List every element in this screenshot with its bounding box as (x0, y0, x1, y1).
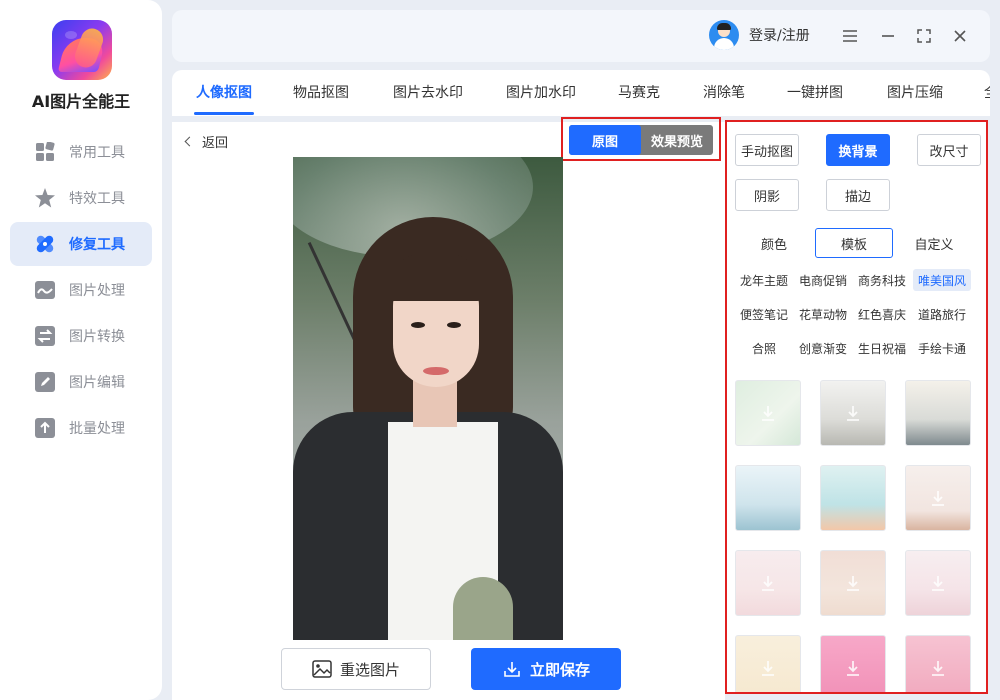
bandage-icon (34, 233, 56, 255)
swap-icon (34, 325, 56, 347)
login-register-link[interactable]: 登录/注册 (749, 25, 810, 45)
category-creative-gradient[interactable]: 创意渐变 (795, 337, 851, 359)
template-thumbnail[interactable] (820, 380, 886, 446)
save-label: 立即保存 (529, 660, 590, 679)
download-icon (928, 573, 948, 593)
app-logo (52, 20, 112, 80)
sidebar-item-label: 图片转换 (69, 329, 125, 345)
download-icon (758, 573, 778, 593)
sidebar-item-image-edit[interactable]: 图片编辑 (10, 360, 152, 404)
toggle-original[interactable]: 原图 (569, 125, 641, 155)
category-business-tech[interactable]: 商务科技 (854, 269, 910, 291)
tab-object-cutout[interactable]: 物品抠图 (293, 82, 349, 102)
grid-icon (34, 141, 56, 163)
sidebar-item-label: 批量处理 (69, 421, 125, 437)
template-thumbnail[interactable] (820, 465, 886, 531)
star-icon (34, 187, 56, 209)
template-thumbnail[interactable] (735, 550, 801, 616)
download-icon (758, 403, 778, 423)
save-now-button[interactable]: 立即保存 (471, 648, 621, 690)
minimize-icon[interactable] (875, 23, 901, 49)
title-bar: 登录/注册 (172, 10, 990, 62)
sidebar: AI图片全能王 常用工具 特效工具 修复工具 图片处理 图片转换 图片编辑 批量… (0, 0, 162, 700)
sidebar-item-common-tools[interactable]: 常用工具 (10, 130, 152, 174)
stroke-button[interactable]: 描边 (826, 179, 890, 211)
download-icon (843, 573, 863, 593)
manual-cutout-button[interactable]: 手动抠图 (735, 134, 799, 166)
template-thumbnail[interactable] (735, 635, 801, 692)
menu-icon[interactable] (837, 23, 863, 49)
category-red-festive[interactable]: 红色喜庆 (854, 303, 910, 325)
sidebar-item-image-processing[interactable]: 图片处理 (10, 268, 152, 312)
template-thumbnail[interactable] (735, 380, 801, 446)
template-thumbnail[interactable] (905, 635, 971, 692)
download-icon (928, 658, 948, 678)
segment-color[interactable]: 颜色 (743, 228, 805, 258)
chevron-left-icon (184, 136, 195, 147)
upload-icon (34, 417, 56, 439)
sidebar-item-batch-processing[interactable]: 批量处理 (10, 406, 152, 450)
sidebar-item-repair-tools[interactable]: 修复工具 (10, 222, 152, 266)
segment-template[interactable]: 模板 (815, 228, 893, 258)
download-icon (843, 658, 863, 678)
app-name: AI图片全能王 (31, 92, 131, 111)
sidebar-item-label: 图片编辑 (69, 375, 125, 391)
tab-eraser-pen[interactable]: 消除笔 (703, 82, 745, 102)
edit-icon (34, 371, 56, 393)
category-ecommerce[interactable]: 电商促销 (795, 269, 851, 291)
tab-add-watermark[interactable]: 图片加水印 (506, 82, 576, 102)
template-thumbnail[interactable] (735, 465, 801, 531)
view-toggle-highlight: 原图 效果预览 (561, 117, 721, 161)
download-icon (758, 658, 778, 678)
sidebar-item-effect-tools[interactable]: 特效工具 (10, 176, 152, 220)
template-thumbnail[interactable] (905, 465, 971, 531)
sidebar-item-label: 修复工具 (69, 237, 125, 253)
category-group-photo[interactable]: 合照 (736, 337, 792, 359)
download-icon (502, 659, 522, 679)
download-icon (928, 488, 948, 508)
download-icon (843, 403, 863, 423)
image-icon (312, 660, 332, 678)
back-label: 返回 (202, 136, 229, 151)
tab-more[interactable]: 全 (984, 82, 990, 102)
sidebar-item-image-conversion[interactable]: 图片转换 (10, 314, 152, 358)
shadow-button[interactable]: 阴影 (735, 179, 799, 211)
main-canvas: 返回 原图 效果预览 重选图片 立即保存 (172, 117, 725, 700)
active-tab-indicator (194, 112, 254, 115)
category-notes[interactable]: 便签笔记 (736, 303, 792, 325)
tab-portrait-cutout[interactable]: 人像抠图 (196, 82, 252, 102)
close-icon[interactable] (947, 23, 973, 49)
category-flora-fauna[interactable]: 花草动物 (795, 303, 851, 325)
sidebar-item-label: 图片处理 (69, 283, 125, 299)
options-panel: 手动抠图 换背景 改尺寸 阴影 描边 颜色 模板 自定义 龙年主题 电商促销 商… (725, 120, 988, 694)
segment-custom[interactable]: 自定义 (903, 228, 965, 258)
sidebar-item-label: 常用工具 (69, 145, 125, 161)
template-thumbnail[interactable] (905, 380, 971, 446)
category-birthday[interactable]: 生日祝福 (854, 337, 910, 359)
resize-button[interactable]: 改尺寸 (917, 134, 981, 166)
reselect-label: 重选图片 (339, 660, 400, 679)
image-wave-icon (34, 279, 56, 301)
view-toggle: 原图 效果预览 (569, 125, 713, 155)
user-avatar[interactable] (709, 20, 739, 50)
tab-remove-watermark[interactable]: 图片去水印 (393, 82, 463, 102)
template-thumbnail[interactable] (905, 550, 971, 616)
category-cartoon[interactable]: 手绘卡通 (913, 337, 971, 359)
toggle-effect-preview[interactable]: 效果预览 (641, 125, 713, 155)
change-background-button[interactable]: 换背景 (826, 134, 890, 166)
back-button[interactable]: 返回 (184, 132, 229, 151)
maximize-icon[interactable] (911, 23, 937, 49)
reselect-image-button[interactable]: 重选图片 (281, 648, 431, 690)
category-dragon-year[interactable]: 龙年主题 (736, 269, 792, 291)
tool-tab-bar: 人像抠图 物品抠图 图片去水印 图片加水印 马赛克 消除笔 一键拼图 图片压缩 … (172, 70, 990, 116)
tab-collage[interactable]: 一键拼图 (787, 82, 843, 102)
portrait-photo (293, 157, 563, 640)
template-thumbnail[interactable] (820, 550, 886, 616)
sidebar-item-label: 特效工具 (69, 191, 125, 207)
tab-image-compress[interactable]: 图片压缩 (887, 82, 943, 102)
category-road-travel[interactable]: 道路旅行 (913, 303, 971, 325)
template-thumbnail[interactable] (820, 635, 886, 692)
category-chinese-style[interactable]: 唯美国风 (913, 269, 971, 291)
tab-mosaic[interactable]: 马赛克 (618, 82, 660, 102)
